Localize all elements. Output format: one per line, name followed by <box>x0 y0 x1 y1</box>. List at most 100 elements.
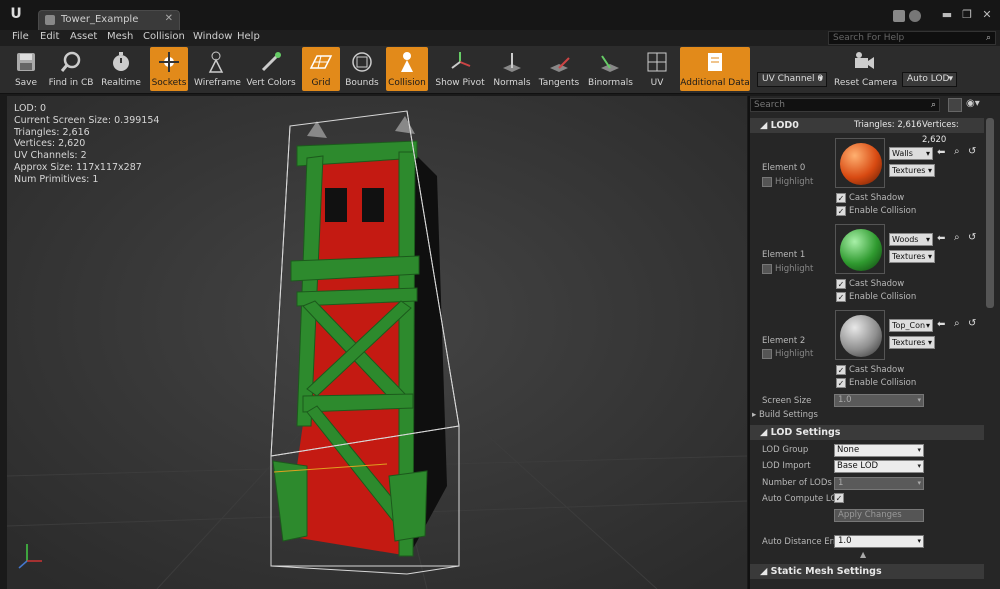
find-in-cb-button[interactable]: Find in CB <box>47 47 95 91</box>
additional-data-button[interactable]: Additional Data <box>680 47 750 91</box>
cast-shadow-checkbox[interactable]: ✓ <box>836 279 846 289</box>
menu-file[interactable]: File <box>12 31 29 42</box>
material-dropdown[interactable]: Top_Con ▾ <box>889 319 933 332</box>
show-pivot-button[interactable]: Show Pivot <box>434 47 486 91</box>
search-icon: ⌕ <box>930 100 936 110</box>
chevron-down-icon: ▾ <box>948 74 953 84</box>
lod-group-label: LOD Group <box>762 445 809 455</box>
browse-icon[interactable]: ⌕ <box>954 146 960 157</box>
vert-colors-button[interactable]: Vert Colors <box>246 47 296 91</box>
material-thumbnail[interactable] <box>835 138 885 188</box>
minimize-button[interactable]: ▬ <box>938 8 956 22</box>
enable-collision-checkbox[interactable]: ✓ <box>836 206 846 216</box>
grid-button[interactable]: Grid <box>302 47 340 91</box>
auto-distance-error-field[interactable]: 1.0 ▾ <box>834 535 924 548</box>
wireframe-button[interactable]: Wireframe <box>194 47 241 91</box>
wireframe-icon <box>208 51 224 73</box>
element-1-label: Element 1 <box>762 250 806 260</box>
stat-approx-size: Approx Size: 117x117x287 <box>14 161 142 173</box>
browse-icon[interactable]: ⌕ <box>954 318 960 329</box>
collision-label: Collision <box>388 78 426 88</box>
stat-lod: LOD: 0 <box>14 103 47 114</box>
viewport-stats: LOD: 0 Current Screen Size: 0.399154 Tri… <box>14 103 159 186</box>
save-button[interactable]: Save <box>9 47 43 91</box>
material-thumbnail[interactable] <box>835 224 885 274</box>
enable-collision-checkbox[interactable]: ✓ <box>836 292 846 302</box>
sockets-button[interactable]: Sockets <box>150 47 188 91</box>
paintbrush-icon <box>261 52 281 72</box>
realtime-button[interactable]: Realtime <box>100 47 142 91</box>
enable-collision-label: Enable Collision <box>849 292 917 302</box>
material-name: Walls <box>892 149 913 158</box>
highlight-checkbox[interactable] <box>762 349 772 359</box>
number-of-lods-field[interactable]: 1 ▾ <box>834 477 924 490</box>
material-thumbnail[interactable] <box>835 310 885 360</box>
textures-dropdown[interactable]: Textures ▾ <box>889 336 935 349</box>
menu-help[interactable]: Help <box>237 31 260 42</box>
uv-button[interactable]: UV <box>640 47 674 91</box>
textures-dropdown[interactable]: Textures ▾ <box>889 250 935 263</box>
material-name: Woods <box>892 235 919 244</box>
help-search-input[interactable]: Search For Help ⌕ <box>828 31 996 45</box>
uv-channel-value: UV Channel 0 <box>762 74 824 84</box>
auto-lod-dropdown[interactable]: Auto LOD ▾ <box>902 72 957 87</box>
collapse-icon: ◢ <box>760 427 771 438</box>
close-button[interactable]: ✕ <box>978 8 996 22</box>
eye-icon[interactable]: ◉▾ <box>966 98 992 112</box>
cast-shadow-checkbox[interactable]: ✓ <box>836 365 846 375</box>
use-selected-arrow-icon[interactable]: ⬅ <box>937 233 945 244</box>
source-control-icon[interactable] <box>893 10 905 22</box>
tab-close-icon[interactable]: ✕ <box>165 13 173 24</box>
normals-button[interactable]: Normals <box>492 47 532 91</box>
view-options-icon[interactable] <box>948 98 962 112</box>
collision-button[interactable]: Collision <box>386 47 428 91</box>
additional-data-label: Additional Data <box>680 78 750 88</box>
material-name: Top_Con <box>892 321 926 330</box>
uv-channel-dropdown[interactable]: UV Channel 0 ▾ <box>757 72 827 87</box>
collapse-icon: ◢ <box>760 120 771 131</box>
chevron-down-icon: ▾ <box>927 166 932 175</box>
use-selected-arrow-icon[interactable]: ⬅ <box>937 319 945 330</box>
browse-icon[interactable]: ⌕ <box>954 232 960 243</box>
lod-group-dropdown[interactable]: None ▾ <box>834 444 924 457</box>
bounds-button[interactable]: Bounds <box>344 47 380 91</box>
reset-icon[interactable]: ↺ <box>968 232 976 243</box>
material-sphere <box>840 143 882 185</box>
enable-collision-checkbox[interactable]: ✓ <box>836 378 846 388</box>
maximize-button[interactable]: ❐ <box>958 8 976 22</box>
auto-compute-lod-checkbox[interactable]: ✓ <box>834 493 844 503</box>
tangents-button[interactable]: Tangents <box>538 47 580 91</box>
screen-size-field[interactable]: 1.0 ▾ <box>834 394 924 407</box>
binormals-button[interactable]: Binormals <box>588 47 633 91</box>
expand-advanced-icon[interactable]: ▲ <box>860 550 866 559</box>
lod-settings-header[interactable]: ◢ LOD Settings <box>750 425 984 440</box>
material-dropdown[interactable]: Walls ▾ <box>889 147 933 160</box>
textures-dropdown[interactable]: Textures ▾ <box>889 164 935 177</box>
menu-asset[interactable]: Asset <box>70 31 97 42</box>
highlight-checkbox[interactable] <box>762 177 772 187</box>
notifications-icon[interactable] <box>909 10 921 22</box>
lod-group-value: None <box>837 445 860 455</box>
auto-distance-error-value: 1.0 <box>838 536 852 546</box>
apply-changes-button[interactable]: Apply Changes <box>834 509 924 522</box>
details-scrollbar[interactable] <box>986 118 994 308</box>
menu-mesh[interactable]: Mesh <box>107 31 133 42</box>
document-tab[interactable]: Tower_Example ✕ <box>38 10 180 30</box>
stat-vertices: Vertices: 2,620 <box>14 138 86 150</box>
build-settings-expander[interactable]: ▸ Build Settings <box>752 410 818 420</box>
reset-icon[interactable]: ↺ <box>968 146 976 157</box>
lod0-header[interactable]: ◢ LOD0 Triangles: 2,616 Vertices: 2,620 <box>750 118 984 145</box>
menu-window[interactable]: Window <box>193 31 232 42</box>
use-selected-arrow-icon[interactable]: ⬅ <box>937 147 945 158</box>
cast-shadow-checkbox[interactable]: ✓ <box>836 193 846 203</box>
menu-edit[interactable]: Edit <box>40 31 59 42</box>
static-mesh-settings-header[interactable]: ◢ Static Mesh Settings <box>750 564 984 579</box>
lod-import-dropdown[interactable]: Base LOD ▾ <box>834 460 924 473</box>
tower-window-left <box>325 188 347 222</box>
highlight-checkbox[interactable] <box>762 264 772 274</box>
menu-collision[interactable]: Collision <box>143 31 185 42</box>
reset-camera-button[interactable]: Reset Camera <box>834 47 897 91</box>
reset-icon[interactable]: ↺ <box>968 318 976 329</box>
details-search-input[interactable]: Search ⌕ <box>750 98 940 112</box>
material-dropdown[interactable]: Woods ▾ <box>889 233 933 246</box>
